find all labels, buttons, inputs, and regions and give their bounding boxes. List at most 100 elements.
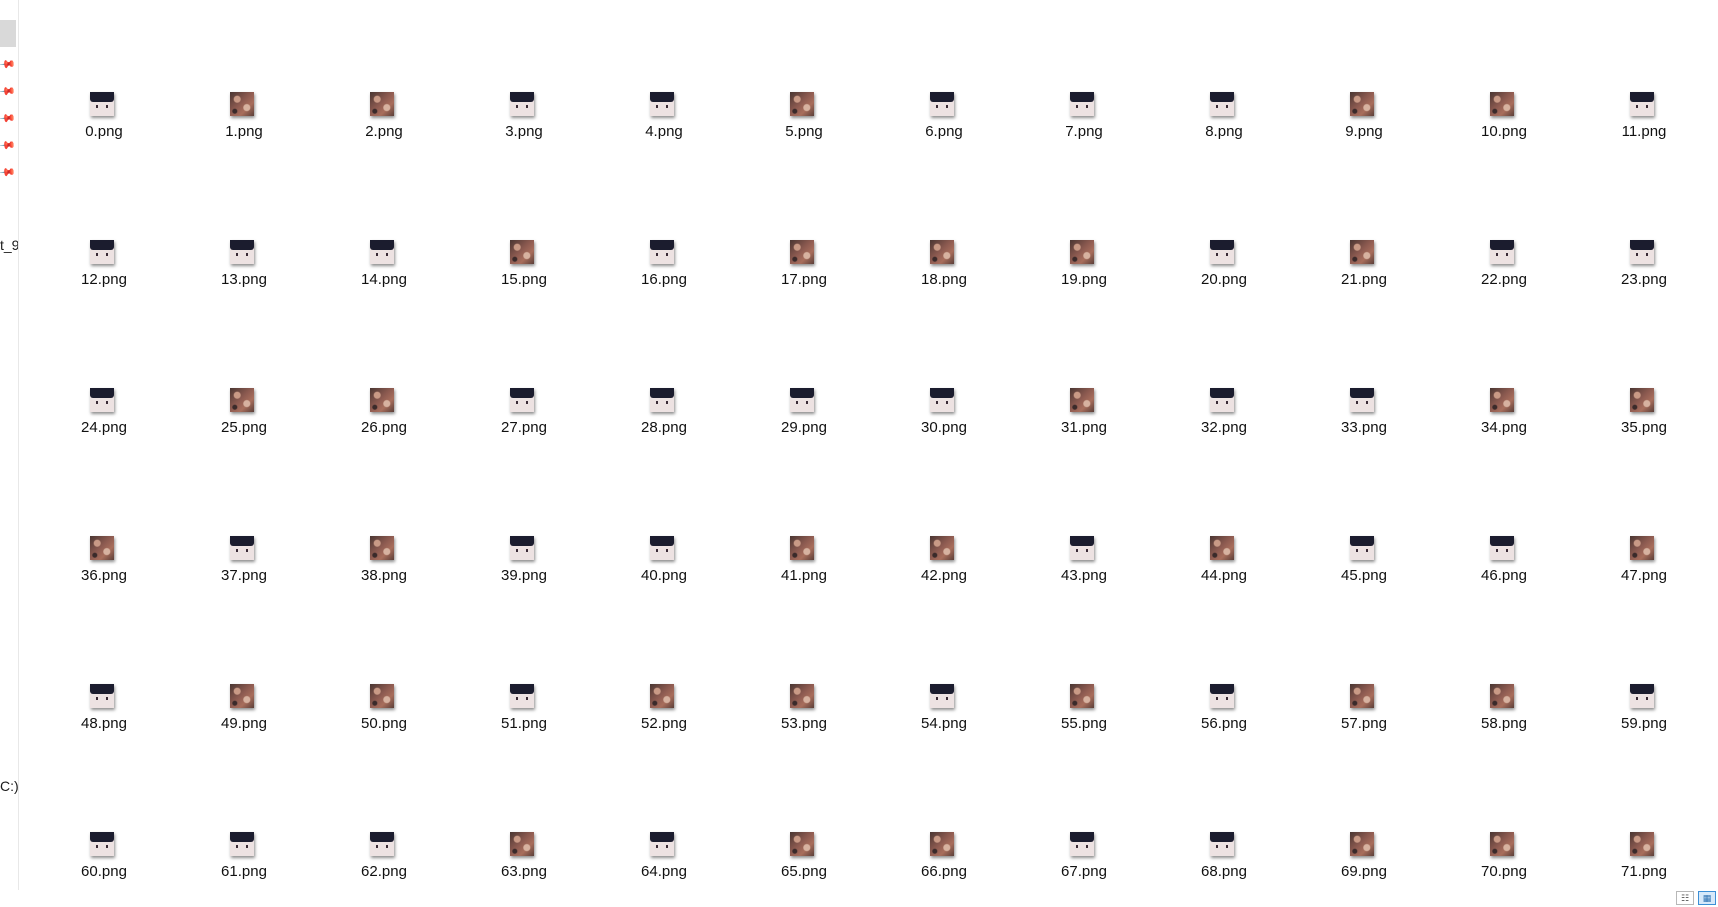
file-item[interactable]: 24.png	[44, 384, 164, 454]
file-thumbnail[interactable]	[1070, 536, 1094, 560]
file-item[interactable]: 56.png	[1164, 680, 1284, 750]
file-name-label[interactable]: 43.png	[1014, 567, 1154, 584]
file-thumbnail[interactable]	[930, 92, 954, 116]
file-item[interactable]: 50.png	[324, 680, 444, 750]
file-thumbnail[interactable]	[90, 832, 114, 856]
file-thumbnail[interactable]	[650, 240, 674, 264]
file-thumbnail[interactable]	[930, 240, 954, 264]
file-thumbnail[interactable]	[1490, 536, 1514, 560]
file-thumbnail[interactable]	[230, 388, 254, 412]
file-name-label[interactable]: 58.png	[1434, 715, 1574, 732]
file-name-label[interactable]: 3.png	[454, 123, 594, 140]
file-name-label[interactable]: 32.png	[1154, 419, 1294, 436]
file-name-label[interactable]: 53.png	[734, 715, 874, 732]
file-thumbnail[interactable]	[1630, 240, 1654, 264]
file-item[interactable]: 7.png	[1024, 88, 1144, 158]
file-name-label[interactable]: 19.png	[1014, 271, 1154, 288]
file-thumbnail[interactable]	[230, 240, 254, 264]
file-item[interactable]: 38.png	[324, 532, 444, 602]
file-name-label[interactable]: 36.png	[44, 567, 174, 584]
file-thumbnail[interactable]	[1210, 388, 1234, 412]
file-name-label[interactable]: 5.png	[734, 123, 874, 140]
file-item[interactable]: 27.png	[464, 384, 584, 454]
nav-selected-item[interactable]	[0, 20, 16, 47]
file-item[interactable]: 29.png	[744, 384, 864, 454]
file-name-label[interactable]: 6.png	[874, 123, 1014, 140]
file-name-label[interactable]: 22.png	[1434, 271, 1574, 288]
file-thumbnail[interactable]	[370, 832, 394, 856]
file-name-label[interactable]: 35.png	[1574, 419, 1714, 436]
file-thumbnail[interactable]	[790, 388, 814, 412]
file-item[interactable]: 33.png	[1304, 384, 1424, 454]
file-item[interactable]: 40.png	[604, 532, 724, 602]
file-thumbnail[interactable]	[790, 832, 814, 856]
file-item[interactable]: 36.png	[44, 532, 164, 602]
file-thumbnail[interactable]	[930, 832, 954, 856]
file-thumbnail[interactable]	[790, 536, 814, 560]
file-item[interactable]: 65.png	[744, 828, 864, 890]
file-name-label[interactable]: 7.png	[1014, 123, 1154, 140]
file-name-label[interactable]: 13.png	[174, 271, 314, 288]
file-thumbnail[interactable]	[1630, 92, 1654, 116]
file-item[interactable]: 35.png	[1584, 384, 1704, 454]
file-thumbnail[interactable]	[230, 684, 254, 708]
file-thumbnail[interactable]	[510, 92, 534, 116]
file-item[interactable]: 62.png	[324, 828, 444, 890]
file-item[interactable]: 13.png	[184, 236, 304, 306]
file-name-label[interactable]: 59.png	[1574, 715, 1714, 732]
file-name-label[interactable]: 66.png	[874, 863, 1014, 880]
file-item[interactable]: 63.png	[464, 828, 584, 890]
file-item[interactable]: 21.png	[1304, 236, 1424, 306]
file-name-label[interactable]: 40.png	[594, 567, 734, 584]
file-thumbnail[interactable]	[1350, 536, 1374, 560]
file-item[interactable]: 47.png	[1584, 532, 1704, 602]
file-name-label[interactable]: 49.png	[174, 715, 314, 732]
file-item[interactable]: 5.png	[744, 88, 864, 158]
file-thumbnail[interactable]	[370, 684, 394, 708]
file-thumbnail[interactable]	[1070, 388, 1094, 412]
file-item[interactable]: 71.png	[1584, 828, 1704, 890]
file-thumbnail[interactable]	[1070, 240, 1094, 264]
file-name-label[interactable]: 69.png	[1294, 863, 1434, 880]
file-thumbnail[interactable]	[1490, 388, 1514, 412]
file-item[interactable]: 9.png	[1304, 88, 1424, 158]
file-thumbnail[interactable]	[1630, 388, 1654, 412]
file-thumbnail[interactable]	[230, 536, 254, 560]
file-thumbnail[interactable]	[930, 536, 954, 560]
file-thumbnail[interactable]	[650, 388, 674, 412]
file-item[interactable]: 11.png	[1584, 88, 1704, 158]
navigation-pane[interactable]: 📌 📌 📌 📌 📌 t_9 C:)	[0, 0, 19, 890]
file-name-label[interactable]: 9.png	[1294, 123, 1434, 140]
file-item[interactable]: 54.png	[884, 680, 1004, 750]
file-name-label[interactable]: 4.png	[594, 123, 734, 140]
file-item[interactable]: 20.png	[1164, 236, 1284, 306]
file-name-label[interactable]: 37.png	[174, 567, 314, 584]
file-item[interactable]: 42.png	[884, 532, 1004, 602]
file-item[interactable]: 23.png	[1584, 236, 1704, 306]
file-item[interactable]: 59.png	[1584, 680, 1704, 750]
file-thumbnail[interactable]	[1490, 684, 1514, 708]
file-thumbnail[interactable]	[1490, 832, 1514, 856]
file-item[interactable]: 17.png	[744, 236, 864, 306]
file-item[interactable]: 52.png	[604, 680, 724, 750]
file-name-label[interactable]: 18.png	[874, 271, 1014, 288]
file-item[interactable]: 37.png	[184, 532, 304, 602]
file-item[interactable]: 46.png	[1444, 532, 1564, 602]
file-name-label[interactable]: 11.png	[1574, 123, 1714, 140]
file-item[interactable]: 8.png	[1164, 88, 1284, 158]
file-name-label[interactable]: 38.png	[314, 567, 454, 584]
pin-icon[interactable]: 📌	[0, 82, 17, 102]
file-thumbnail[interactable]	[230, 92, 254, 116]
details-view-icon[interactable]: ☷	[1676, 891, 1694, 905]
file-thumbnail[interactable]	[650, 684, 674, 708]
file-item[interactable]: 44.png	[1164, 532, 1284, 602]
file-thumbnail[interactable]	[1350, 684, 1374, 708]
file-item[interactable]: 67.png	[1024, 828, 1144, 890]
file-item[interactable]: 34.png	[1444, 384, 1564, 454]
file-thumbnail[interactable]	[1070, 832, 1094, 856]
file-item[interactable]: 15.png	[464, 236, 584, 306]
file-name-label[interactable]: 30.png	[874, 419, 1014, 436]
file-thumbnail[interactable]	[90, 240, 114, 264]
file-thumbnail[interactable]	[510, 832, 534, 856]
file-name-label[interactable]: 54.png	[874, 715, 1014, 732]
